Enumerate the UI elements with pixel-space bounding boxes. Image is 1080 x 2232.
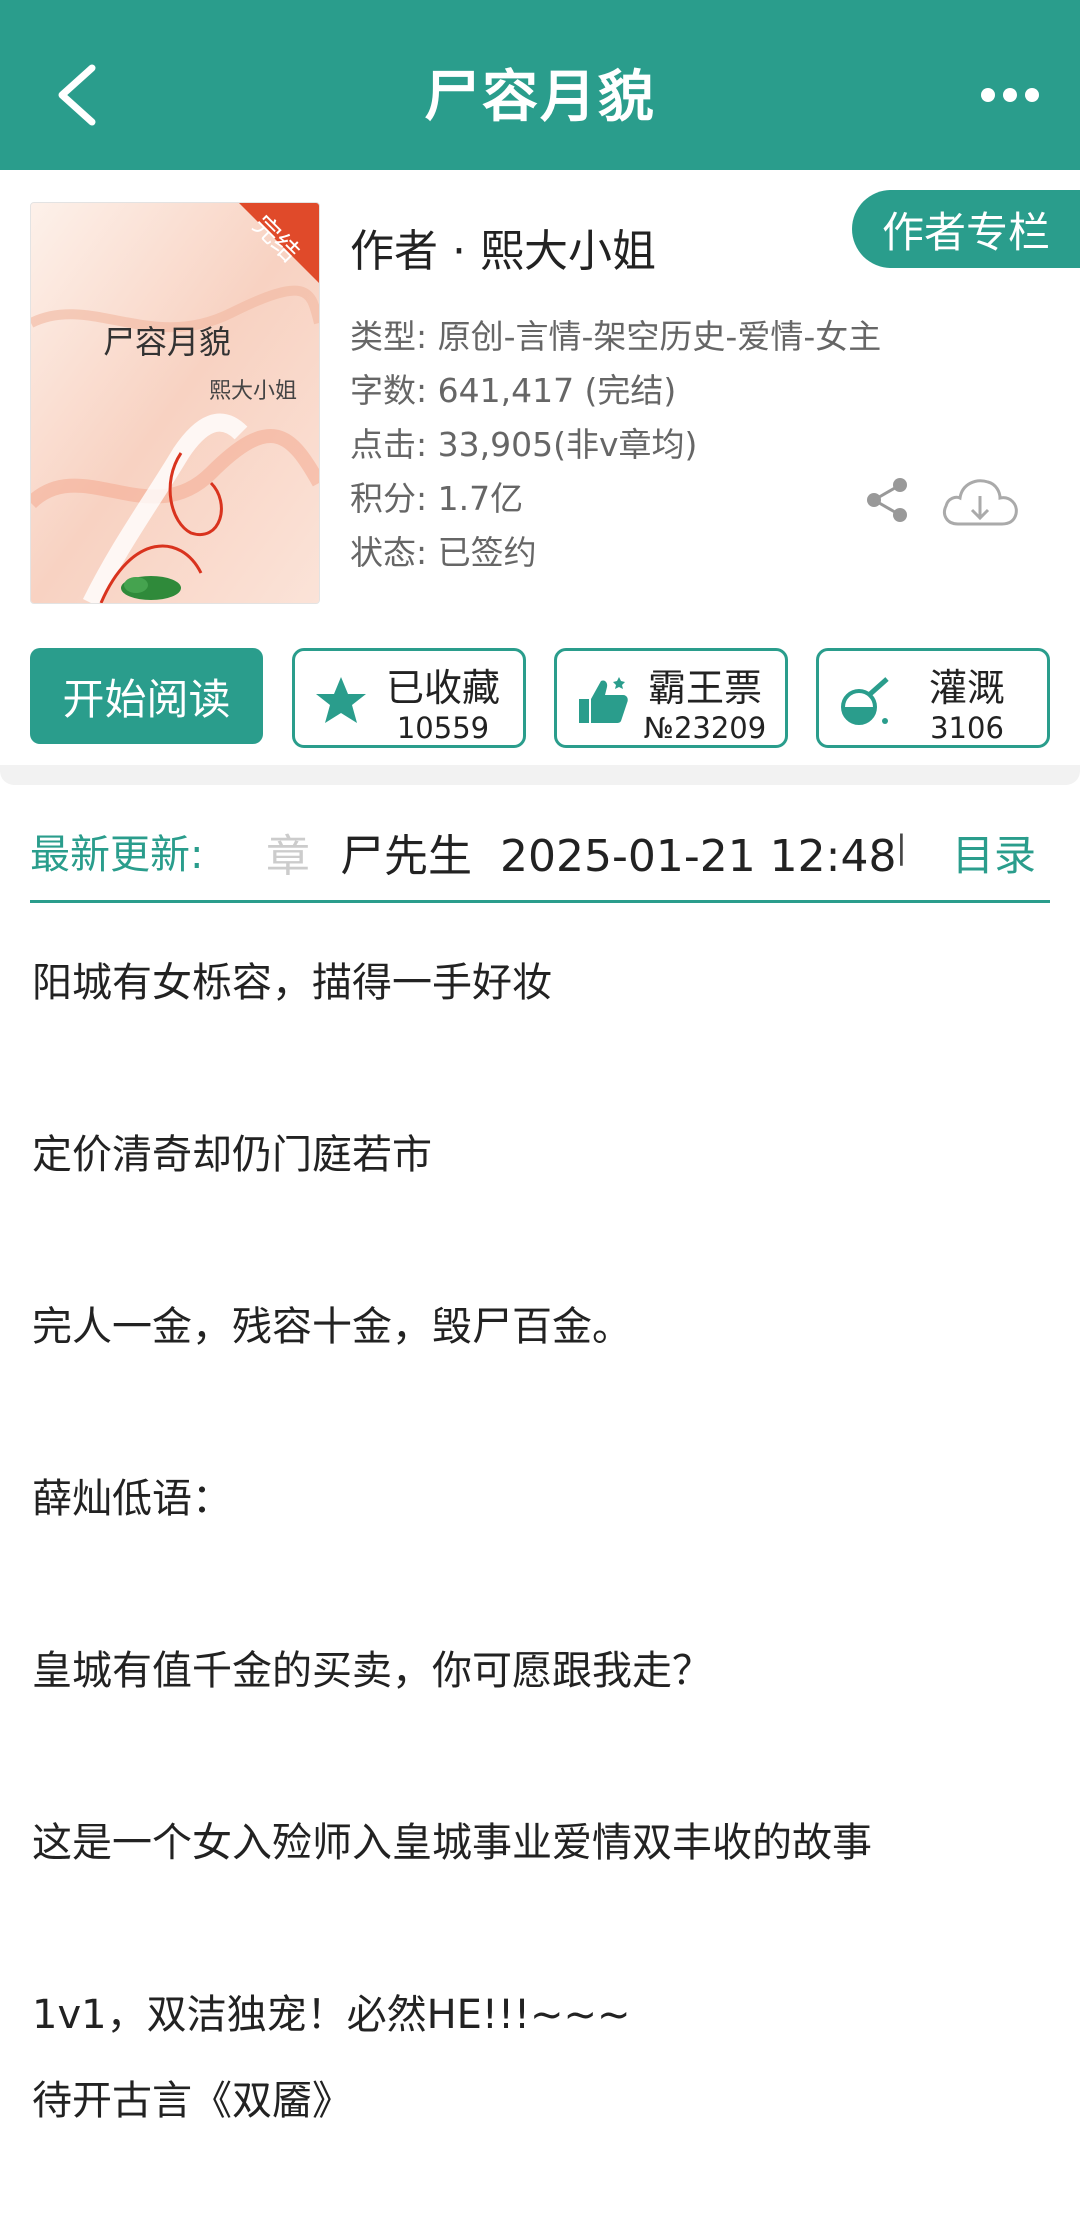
description-line: 完人一金，残容十金，毁尸百金。: [32, 1304, 632, 1350]
more-dots-icon: [981, 88, 1039, 102]
water-button[interactable]: 灌溉 3106: [816, 648, 1050, 748]
description-line: 定价清奇却仍门庭若市: [32, 1132, 432, 1178]
vote-label: 霸王票: [647, 666, 762, 710]
download-cloud-icon[interactable]: [938, 470, 1022, 534]
description-line: 薛灿低语：: [32, 1476, 232, 1522]
water-label: 灌溉: [928, 666, 1005, 710]
watering-flask-icon: [841, 677, 889, 725]
latest-update-time: 2025-01-21 12:48: [499, 831, 897, 880]
cover-title: 尸容月貌: [103, 323, 231, 361]
divider: |: [896, 828, 907, 866]
share-icon[interactable]: [862, 475, 912, 525]
description-line: 阳城有女栎容，描得一手好妆: [32, 960, 552, 1006]
thumbs-up-icon: [579, 677, 628, 723]
description-line: 皇城有值千金的买卖，你可愿跟我走？: [32, 1648, 712, 1694]
latest-update-marquee[interactable]: 章尸先生 2025-01-21 12:48: [266, 820, 912, 880]
page-title: 尸容月貌: [424, 65, 656, 130]
description-line: 1v1，双洁独宠！必然HE!!!~~~: [32, 1992, 631, 2038]
meta-status: 状态: 已签约: [350, 533, 537, 572]
top-app-bar: 尸容月貌: [0, 0, 1080, 170]
latest-update-bar[interactable]: 最新更新: 章尸先生 2025-01-21 12:48 | 目录: [30, 800, 1050, 903]
collect-button[interactable]: 已收藏 10559: [292, 648, 526, 748]
author-column-button[interactable]: 作者专栏: [852, 190, 1080, 268]
latest-update-label: 最新更新:: [30, 832, 204, 878]
book-info-card: 完结 尸容月貌 熙大小姐 作者 · 熙大小姐 作者专栏 类型: 原创-言情-架空…: [0, 170, 1080, 785]
book-meta: 类型: 原创-言情-架空历史-爱情-女主 字数: 641,417 (完结) 点击…: [350, 310, 881, 580]
book-cover[interactable]: 完结 尸容月貌 熙大小姐: [30, 202, 320, 604]
water-count: 3106: [930, 711, 1004, 745]
meta-word-count: 字数: 641,417 (完结): [350, 371, 677, 410]
star-icon: [316, 677, 366, 723]
meta-clicks: 点击: 33,905(非v章均): [350, 425, 698, 464]
table-of-contents-link[interactable]: 目录: [952, 822, 1036, 883]
cover-author: 熙大小姐: [209, 379, 297, 404]
more-button[interactable]: [970, 70, 1050, 120]
collect-label: 已收藏: [385, 666, 500, 710]
latest-update-faded-char: 章: [266, 831, 310, 880]
meta-genre: 类型: 原创-言情-架空历史-爱情-女主: [350, 317, 882, 356]
description-line: 这是一个女入殓师入皇城事业爱情双丰收的故事: [32, 1820, 872, 1866]
start-reading-button[interactable]: 开始阅读: [30, 648, 263, 744]
collect-count: 10559: [396, 711, 490, 745]
meta-score: 积分: 1.7亿: [350, 479, 524, 518]
cover-art: 完结 尸容月貌 熙大小姐: [31, 203, 319, 603]
latest-chapter-title: 尸先生: [340, 831, 472, 880]
vote-count: №23209: [643, 711, 767, 745]
description-line: 待开古言《双靥》: [32, 2078, 352, 2124]
author-line[interactable]: 作者 · 熙大小姐: [350, 215, 656, 279]
vote-button[interactable]: 霸王票 №23209: [554, 648, 788, 748]
